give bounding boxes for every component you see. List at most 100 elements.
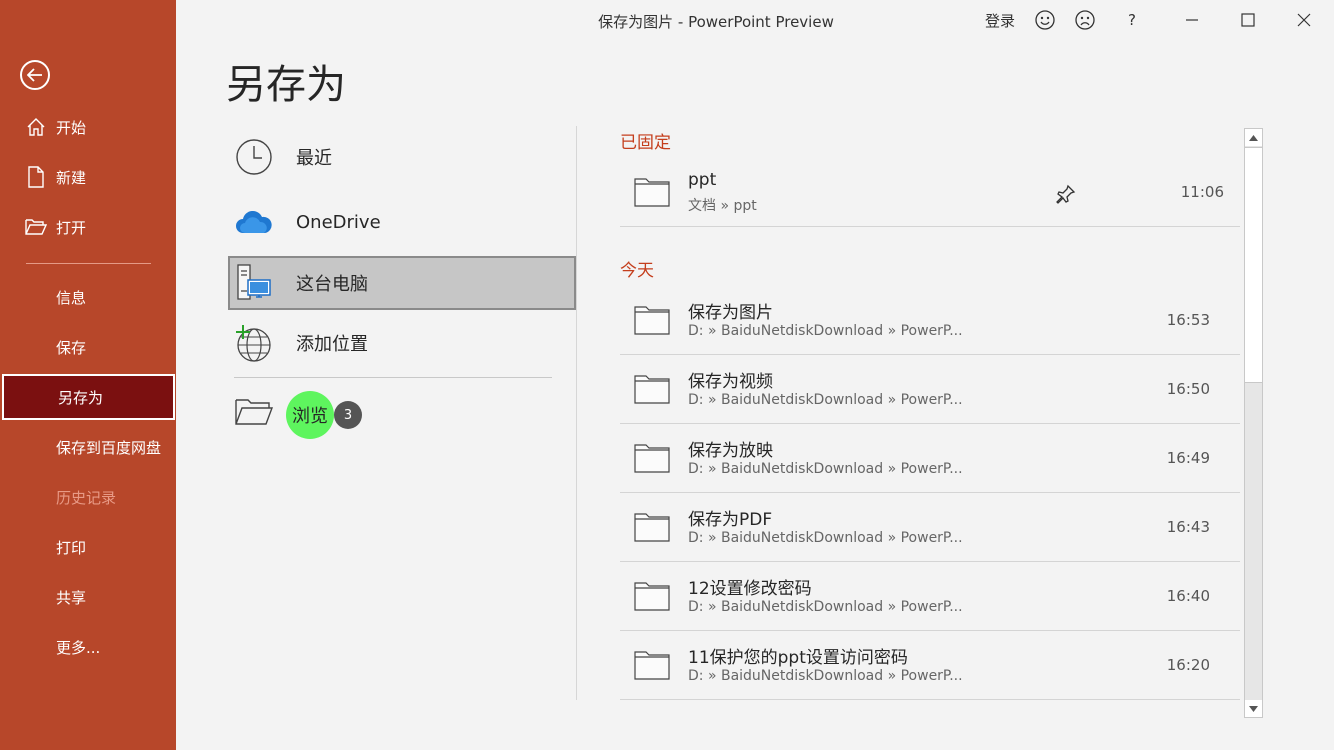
step-badge: 3 (334, 401, 362, 429)
nav-label: 打印 (56, 538, 87, 557)
folder-path: D: » BaiduNetdiskDownload » PowerP... (688, 323, 963, 339)
nav-open[interactable]: 打开 (0, 204, 176, 250)
clock-icon (234, 137, 274, 177)
help-button[interactable]: ? (1122, 9, 1142, 31)
frown-feedback-button[interactable] (1074, 9, 1096, 31)
location-label: 添加位置 (296, 334, 368, 355)
nav-label: 打开 (56, 218, 87, 237)
back-button[interactable] (20, 60, 50, 90)
location-add-place[interactable]: 添加位置 (228, 316, 576, 370)
nav-label: 保存 (56, 338, 87, 357)
nav-label: 保存到百度网盘 (56, 438, 162, 457)
nav-more[interactable]: 更多... (0, 624, 176, 670)
pin-icon[interactable] (1056, 184, 1076, 208)
open-folder-icon (25, 216, 47, 238)
frown-icon (1075, 10, 1095, 30)
folder-row[interactable]: 保存为PDF D: » BaiduNetdiskDownload » Power… (620, 493, 1240, 562)
folder-name: 保存为PDF (688, 510, 773, 530)
folder-time: 16:53 (1166, 311, 1210, 329)
folder-row[interactable]: 12设置修改密码 D: » BaiduNetdiskDownload » Pow… (620, 562, 1240, 631)
folder-row[interactable]: 保存为图片 D: » BaiduNetdiskDownload » PowerP… (620, 286, 1240, 355)
folder-icon (634, 374, 670, 408)
signin-button[interactable]: 登录 (982, 9, 1018, 31)
folder-path: D: » BaiduNetdiskDownload » PowerP... (688, 530, 963, 546)
folder-time: 11:06 (1180, 183, 1224, 201)
page-title: 另存为 (226, 62, 346, 108)
nav-label: 共享 (56, 588, 87, 607)
title-bar: 保存为图片 - PowerPoint Preview 登录 ? (176, 0, 1334, 40)
folder-path: 文档 » ppt (688, 198, 757, 214)
minimize-button[interactable] (1180, 9, 1204, 31)
onedrive-cloud-icon (234, 202, 274, 242)
folder-icon (634, 581, 670, 615)
back-arrow-icon (27, 68, 42, 82)
recent-folders-list: 已固定 ppt 文档 » ppt 11:06 今天 保存为图片 D: » Bai… (620, 126, 1242, 720)
maximize-button[interactable] (1236, 9, 1260, 31)
nav-save-as[interactable]: 另存为 (2, 374, 175, 420)
add-location-globe-icon (234, 323, 274, 363)
nav-info[interactable]: 信息 (0, 274, 176, 320)
nav-share[interactable]: 共享 (0, 574, 176, 620)
folder-row[interactable]: 保存为视频 D: » BaiduNetdiskDownload » PowerP… (620, 355, 1240, 424)
sidebar-divider (26, 263, 151, 264)
folder-name: 12设置修改密码 (688, 579, 812, 599)
folder-path: D: » BaiduNetdiskDownload » PowerP... (688, 668, 963, 684)
folder-name: 保存为放映 (688, 441, 773, 461)
folder-name: ppt (688, 170, 717, 190)
folder-icon (634, 512, 670, 546)
folder-time: 16:43 (1166, 518, 1210, 536)
nav-history: 历史记录 (0, 474, 176, 520)
location-this-pc[interactable]: 这台电脑 (228, 256, 576, 310)
browse-label[interactable]: 浏览 (292, 402, 328, 428)
folder-row-pinned[interactable]: ppt 文档 » ppt 11:06 (620, 158, 1240, 227)
nav-label: 更多... (56, 638, 101, 657)
scroll-up-button[interactable] (1245, 129, 1262, 146)
recent-scrollbar[interactable] (1244, 128, 1263, 718)
close-button[interactable] (1292, 9, 1316, 31)
browse-folder-icon (234, 397, 274, 431)
folder-time: 16:49 (1166, 449, 1210, 467)
nav-home[interactable]: 开始 (0, 104, 176, 150)
nav-label: 历史记录 (56, 488, 117, 507)
new-file-icon (25, 166, 47, 188)
location-onedrive[interactable]: OneDrive (228, 195, 576, 249)
folder-name: 保存为视频 (688, 372, 773, 392)
location-recent[interactable]: 最近 (228, 130, 576, 184)
scroll-thumb[interactable] (1245, 147, 1262, 383)
minimize-icon (1186, 19, 1198, 21)
folder-icon (634, 443, 670, 477)
folder-icon (634, 305, 670, 339)
smile-icon (1035, 10, 1055, 30)
location-label: 最近 (296, 148, 332, 169)
nav-label: 开始 (56, 118, 87, 137)
triangle-up-icon (1249, 134, 1258, 141)
folder-path: D: » BaiduNetdiskDownload » PowerP... (688, 392, 963, 408)
browse-button[interactable] (234, 390, 274, 438)
folder-time: 16:50 (1166, 380, 1210, 398)
close-icon (1297, 13, 1311, 27)
nav-save-baidu[interactable]: 保存到百度网盘 (0, 424, 176, 470)
folder-row[interactable]: 保存为放映 D: » BaiduNetdiskDownload » PowerP… (620, 424, 1240, 493)
triangle-down-icon (1249, 705, 1258, 712)
smile-feedback-button[interactable] (1034, 9, 1056, 31)
folder-time: 16:40 (1166, 587, 1210, 605)
location-label: OneDrive (296, 211, 381, 233)
nav-print[interactable]: 打印 (0, 524, 176, 570)
folder-name: 11保护您的ppt设置访问密码 (688, 648, 908, 668)
folder-time: 16:20 (1166, 656, 1210, 674)
nav-save[interactable]: 保存 (0, 324, 176, 370)
backstage-sidebar: 开始 新建 打开 信息 保存 另存为 保存到百度网盘 历史记录 打印 共享 更多… (0, 0, 176, 750)
folder-path: D: » BaiduNetdiskDownload » PowerP... (688, 461, 963, 477)
nav-label: 另存为 (58, 388, 104, 407)
location-divider (234, 377, 552, 378)
folder-path: D: » BaiduNetdiskDownload » PowerP... (688, 599, 963, 615)
folder-row[interactable]: 11保护您的ppt设置访问密码 D: » BaiduNetdiskDownloa… (620, 631, 1240, 700)
scroll-down-button[interactable] (1245, 700, 1262, 717)
nav-new[interactable]: 新建 (0, 154, 176, 200)
folder-name: 保存为图片 (688, 303, 773, 323)
home-icon (25, 116, 47, 138)
nav-label: 新建 (56, 168, 87, 187)
maximize-icon (1241, 13, 1255, 27)
pane-divider (576, 126, 577, 700)
folder-icon (634, 177, 670, 211)
